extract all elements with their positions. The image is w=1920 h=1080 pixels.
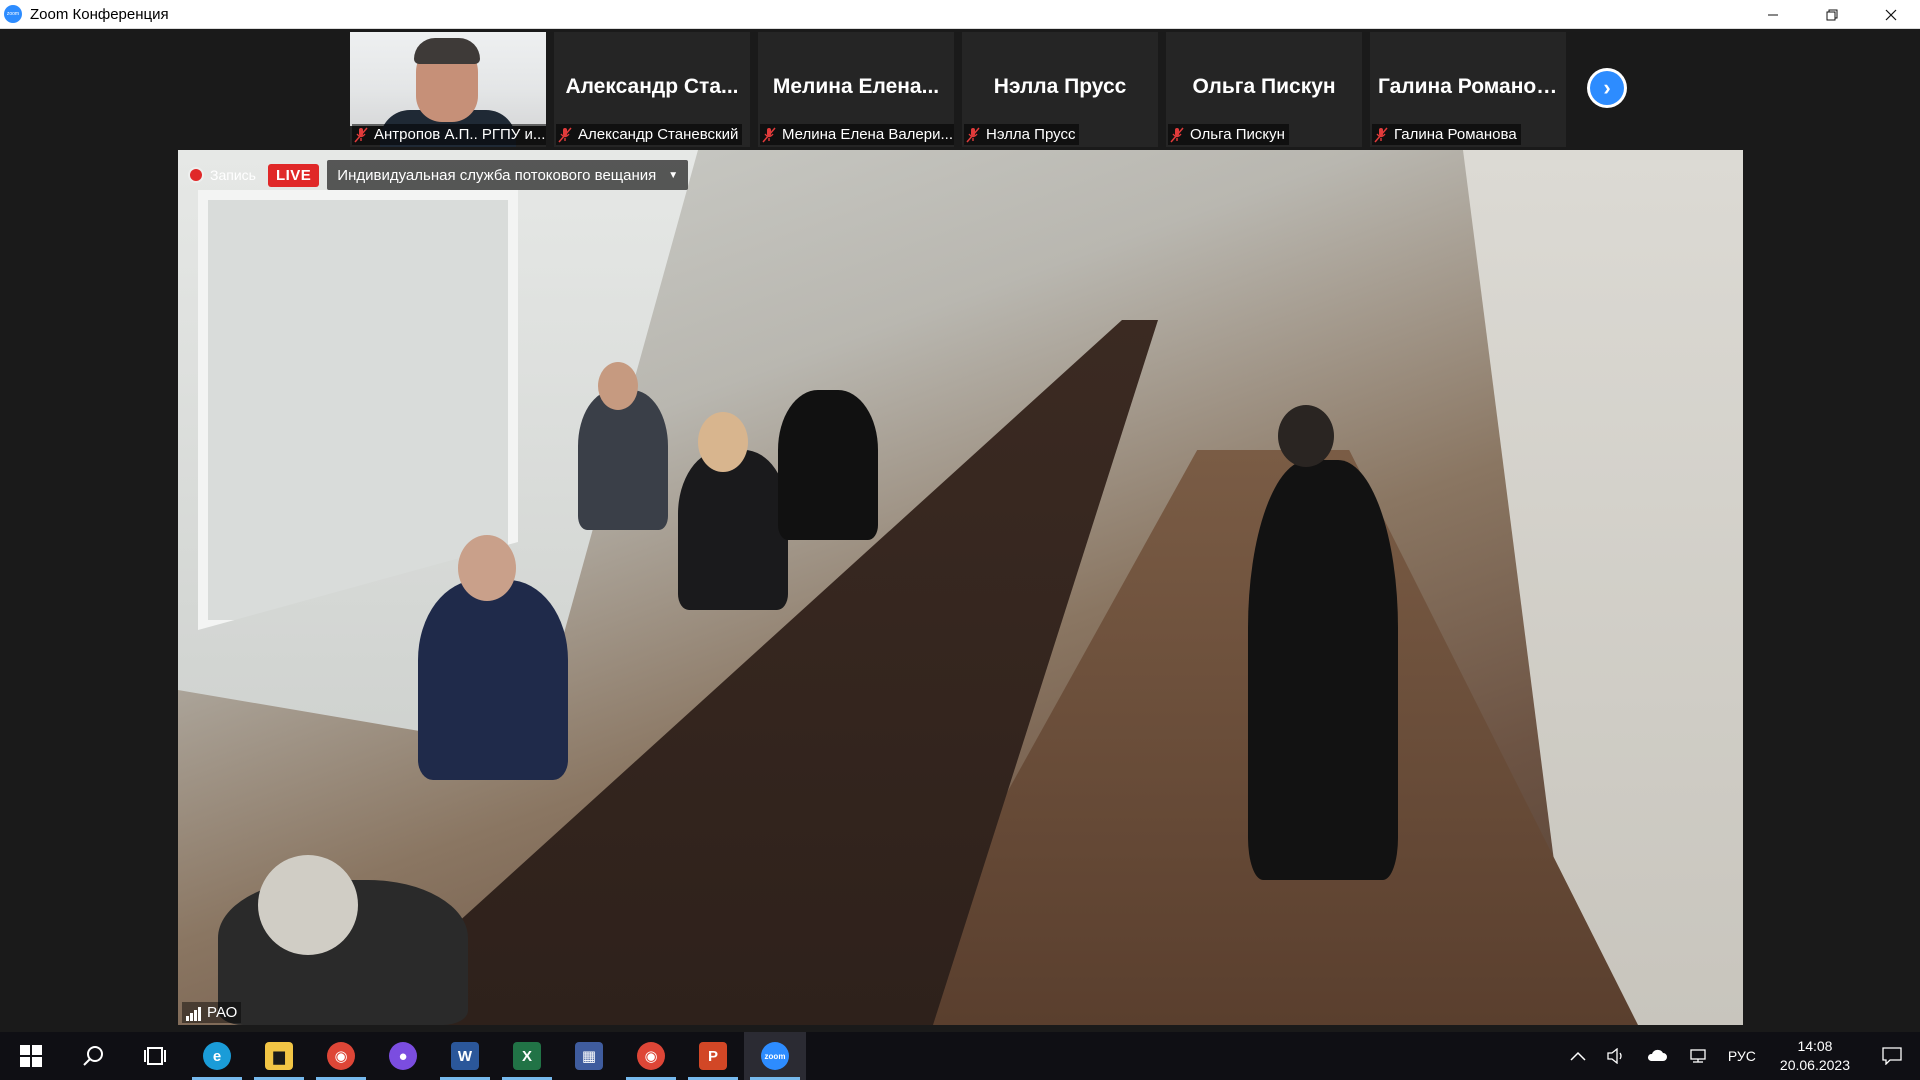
participant-tile[interactable]: Ольга Пискун Ольга Пискун <box>1166 32 1362 147</box>
video-scene-head <box>698 412 748 472</box>
participant-nameplate: Антропов А.П.. РГПУ и... <box>352 124 546 145</box>
mic-muted-icon <box>966 127 980 143</box>
live-badge[interactable]: LIVE <box>267 163 320 187</box>
clock-date: 20.06.2023 <box>1779 1057 1850 1073</box>
video-scene-head <box>598 362 638 410</box>
powerpoint-app-icon[interactable]: P <box>682 1032 744 1080</box>
zoom-logo-icon: zoom <box>4 5 22 23</box>
minimize-icon[interactable] <box>1743 0 1802 29</box>
video-scene-head <box>258 855 358 955</box>
file-explorer-icon[interactable]: ▆ <box>248 1032 310 1080</box>
windows-taskbar: e ▆ ◉ ● W X ▦ ◉ P zoom РУС 14:08 20.06.2… <box>0 1032 1920 1080</box>
search-icon[interactable] <box>62 1032 124 1080</box>
participant-display-name: Ольга Пискун <box>1192 75 1336 98</box>
mic-muted-icon <box>762 127 776 143</box>
gallery-strip: Антропов А.П.. РГПУ и... Александр Ста..… <box>0 29 1920 149</box>
pages-glyph: ● <box>389 1042 417 1070</box>
zoom-logo-text: zoom <box>6 11 20 17</box>
stream-service-label: Индивидуальная служба потокового вещания <box>337 166 657 184</box>
participant-tile[interactable]: Мелина Елена... Мелина Елена Валери... <box>758 32 954 147</box>
video-scene-person <box>1248 460 1398 880</box>
participant-nameplate: Мелина Елена Валери... <box>760 124 954 145</box>
speaker-name: РАО <box>207 1004 238 1021</box>
clock-time: 14:08 <box>1797 1038 1833 1054</box>
participant-display-name: Александр Ста... <box>565 75 739 98</box>
mic-muted-icon <box>354 127 368 143</box>
video-scene-head <box>1278 405 1334 467</box>
edge-app-icon[interactable]: e <box>186 1032 248 1080</box>
tray-overflow-icon[interactable] <box>1560 1032 1596 1080</box>
title-bar: zoom Zoom Конференция <box>0 0 1920 29</box>
mic-muted-icon <box>558 127 572 143</box>
participant-video <box>350 32 546 147</box>
next-page-button[interactable]: › <box>1587 68 1627 108</box>
zoom-app-icon[interactable]: zoom <box>744 1032 806 1080</box>
chevron-right-icon: › <box>1590 71 1624 105</box>
chrome-app-icon[interactable]: ◉ <box>310 1032 372 1080</box>
recording-toolbar: Запись LIVE Индивидуальная служба потоко… <box>190 160 689 190</box>
signal-strength-icon <box>186 1007 202 1021</box>
speaker-nameplate: РАО <box>182 1002 242 1023</box>
participant-name: Нэлла Прусс <box>986 126 1076 143</box>
zoom-glyph: zoom <box>761 1042 789 1070</box>
participant-nameplate: Ольга Пискун <box>1168 124 1289 145</box>
close-icon[interactable] <box>1861 0 1920 29</box>
task-view-icon[interactable] <box>124 1032 186 1080</box>
system-clock[interactable]: 14:08 20.06.2023 <box>1766 1032 1864 1080</box>
mic-muted-icon <box>1374 127 1388 143</box>
video-scene-person <box>418 580 568 780</box>
participant-name: Галина Романова <box>1394 126 1517 143</box>
calculator-glyph: ▦ <box>575 1042 603 1070</box>
window-title: Zoom Конференция <box>30 5 169 23</box>
volume-icon[interactable] <box>1596 1032 1636 1080</box>
participant-name: Мелина Елена Валери... <box>782 126 953 143</box>
chrome-profile-app-icon[interactable]: ◉ <box>620 1032 682 1080</box>
participant-tile[interactable]: Галина Романова Галина Романова <box>1370 32 1566 147</box>
excel-app-icon[interactable]: X <box>496 1032 558 1080</box>
input-language[interactable]: РУС <box>1718 1032 1766 1080</box>
participant-display-name: Галина Романова <box>1378 75 1561 98</box>
notifications-icon[interactable] <box>1864 1032 1920 1080</box>
excel-glyph: X <box>513 1042 541 1070</box>
word-app-icon[interactable]: W <box>434 1032 496 1080</box>
participant-nameplate: Галина Романова <box>1372 124 1521 145</box>
participant-nameplate: Александр Станевский <box>556 124 743 145</box>
participant-name: Антропов А.П.. РГПУ и... <box>374 126 546 143</box>
chrome-glyph: ◉ <box>327 1042 355 1070</box>
chevron-down-icon: ▼ <box>668 169 679 181</box>
chrome-profile-glyph: ◉ <box>637 1042 665 1070</box>
onedrive-cloud-icon[interactable] <box>1636 1032 1678 1080</box>
participant-display-name: Мелина Елена... <box>772 75 940 98</box>
window-controls <box>1743 0 1920 29</box>
video-scene-person <box>578 390 668 530</box>
word-glyph: W <box>451 1042 479 1070</box>
explorer-glyph: ▆ <box>265 1042 293 1070</box>
participant-tile[interactable]: Александр Ста... Александр Станевский <box>554 32 750 147</box>
recording-dot-icon <box>190 169 202 181</box>
network-icon[interactable] <box>1678 1032 1718 1080</box>
active-speaker-video[interactable]: Запись LIVE Индивидуальная служба потоко… <box>178 150 1743 1025</box>
video-scene-person <box>678 450 788 610</box>
stream-service-dropdown[interactable]: Индивидуальная служба потокового вещания… <box>327 160 689 190</box>
pages-app-icon[interactable]: ● <box>372 1032 434 1080</box>
windows-start-icon[interactable] <box>0 1032 62 1080</box>
edge-glyph: e <box>203 1042 231 1070</box>
calculator-app-icon[interactable]: ▦ <box>558 1032 620 1080</box>
chevron-right-glyph: › <box>1603 75 1611 100</box>
video-scene-head <box>458 535 516 601</box>
restore-icon[interactable] <box>1802 0 1861 29</box>
video-scene-person <box>778 390 878 540</box>
participant-name: Ольга Пискун <box>1190 126 1285 143</box>
recording-label[interactable]: Запись <box>210 167 256 183</box>
system-tray: РУС 14:08 20.06.2023 <box>1560 1032 1920 1080</box>
participant-tile[interactable]: Антропов А.П.. РГПУ и... <box>350 32 546 147</box>
participant-nameplate: Нэлла Прусс <box>964 124 1080 145</box>
mic-muted-icon <box>1170 127 1184 143</box>
powerpoint-glyph: P <box>699 1042 727 1070</box>
participant-name: Александр Станевский <box>578 126 739 143</box>
participant-display-name: Нэлла Прусс <box>993 75 1127 98</box>
participant-tile[interactable]: Нэлла Прусс Нэлла Прусс <box>962 32 1158 147</box>
